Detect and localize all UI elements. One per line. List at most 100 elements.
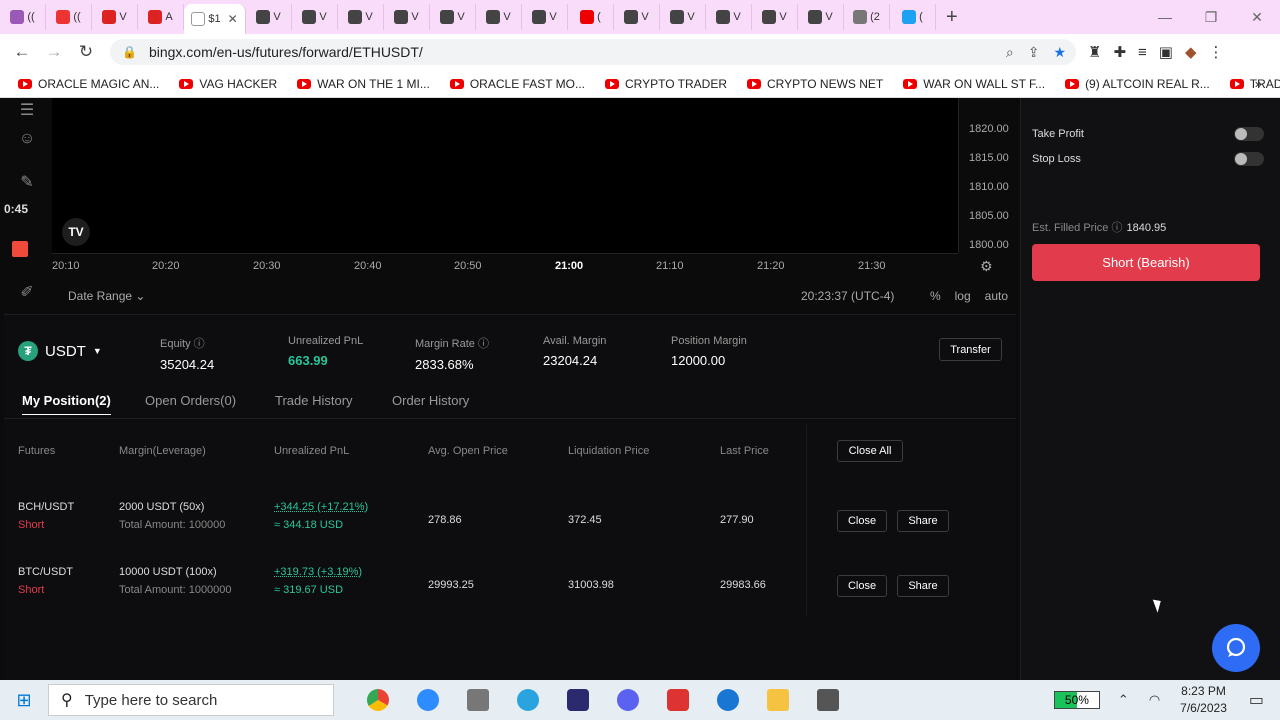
folder-icon[interactable]: [812, 684, 844, 716]
taskbar-search-box[interactable]: ⚲ Type here to search: [48, 684, 334, 716]
file-explorer-icon[interactable]: [762, 684, 794, 716]
browser-tab[interactable]: V: [476, 4, 522, 30]
bookmark-star-icon[interactable]: ★: [1053, 44, 1066, 61]
browser-tab[interactable]: A: [138, 4, 184, 30]
tab-position-2[interactable]: Trade History: [275, 393, 353, 414]
reload-icon[interactable]: ↻: [70, 42, 102, 62]
support-chat-button[interactable]: [1212, 624, 1260, 672]
table-row: BCH/USDT Short 2000 USDT (50x) Total Amount…: [4, 501, 1016, 541]
browser-tab[interactable]: (2: [844, 4, 890, 30]
scale-percent[interactable]: %: [930, 289, 941, 303]
system-clock[interactable]: 8:23 PM 7/6/2023: [1180, 683, 1227, 717]
ruler-icon[interactable]: ✎: [16, 172, 38, 194]
restore-icon[interactable]: ❐: [1188, 9, 1234, 26]
notifications-icon[interactable]: ▭: [1249, 690, 1264, 710]
telegram-icon[interactable]: [512, 684, 544, 716]
calculator-icon[interactable]: [462, 684, 494, 716]
tray-chevron-icon[interactable]: ⌃: [1118, 692, 1129, 708]
trend-line-icon[interactable]: ☰: [16, 100, 38, 122]
maps-pin-icon[interactable]: [712, 684, 744, 716]
bookmark-item[interactable]: (9) ALTCOIN REAL R...: [1065, 77, 1210, 91]
browser-tab[interactable]: ((: [46, 4, 92, 30]
browser-tab[interactable]: ((: [0, 4, 46, 30]
price-axis[interactable]: 1820.00 1815.00 1810.00 1805.00 1800.00: [958, 98, 1018, 253]
close-all-button[interactable]: Close All: [837, 440, 903, 462]
url-field[interactable]: 🔒 bingx.com/en-us/futures/forward/ETHUSD…: [110, 39, 1076, 65]
coin-selector[interactable]: ₮ USDT ▼: [18, 341, 102, 361]
menu-kebab-icon[interactable]: ⋮: [1209, 43, 1224, 61]
position-side: Short: [18, 584, 45, 596]
app-tool-icon[interactable]: [562, 684, 594, 716]
record-stop-icon[interactable]: [12, 241, 28, 257]
bookmark-item[interactable]: ORACLE FAST MO...: [449, 77, 585, 91]
share-page-icon[interactable]: ⇪: [1028, 44, 1040, 61]
tab-close-icon[interactable]: ✕: [228, 12, 238, 26]
bookmark-item[interactable]: ORACLE MAGIC AN...: [18, 77, 159, 91]
share-position-button[interactable]: Share: [897, 510, 949, 532]
pencil-lock-icon[interactable]: ✐: [16, 282, 38, 304]
browser-tab[interactable]: V: [430, 4, 476, 30]
avg_open-cell: 278.86: [428, 514, 462, 526]
date-range-dropdown[interactable]: Date Range ⌄: [68, 289, 145, 303]
chrome-icon[interactable]: [362, 684, 394, 716]
new-tab-icon[interactable]: +: [946, 6, 958, 29]
bookmark-item[interactable]: WAR ON WALL ST F...: [903, 77, 1045, 91]
stop-loss-toggle[interactable]: [1234, 152, 1264, 166]
browser-tab[interactable]: V: [614, 4, 660, 30]
browser-tab[interactable]: V: [798, 4, 844, 30]
sidepanel-icon[interactable]: ▣: [1159, 43, 1173, 61]
settings-gear-icon[interactable]: [612, 684, 644, 716]
tab-position-0[interactable]: My Position(2): [22, 393, 111, 415]
media-icon[interactable]: ≡: [1138, 44, 1147, 61]
take-profit-toggle[interactable]: [1234, 127, 1264, 141]
browser-tab[interactable]: V: [706, 4, 752, 30]
extension-icon[interactable]: ♜: [1088, 43, 1101, 61]
share-position-button[interactable]: Share: [897, 575, 949, 597]
zoom-icon[interactable]: ⌕: [1006, 44, 1014, 61]
close-position-button[interactable]: Close: [837, 510, 887, 532]
forward-icon[interactable]: →: [38, 42, 70, 62]
tab-position-3[interactable]: Order History: [392, 393, 469, 414]
emoji-icon[interactable]: ☺: [16, 130, 38, 152]
browser-tab[interactable]: V: [338, 4, 384, 30]
bookmark-item[interactable]: CRYPTO TRADER: [604, 77, 727, 91]
browser-tab[interactable]: V: [92, 4, 138, 30]
recorder-icon[interactable]: [662, 684, 694, 716]
bookmark-item[interactable]: VAG HACKER: [179, 77, 277, 91]
bookmark-item[interactable]: CRYPTO NEWS NET: [747, 77, 883, 91]
browser-tab[interactable]: V: [522, 4, 568, 30]
price-chart-canvas[interactable]: [52, 98, 958, 253]
windows-start-icon[interactable]: ⊞: [0, 690, 48, 711]
time-axis[interactable]: 21:30 21:20 21:10 21:00 20:50 20:40 20:30 20:20…: [52, 253, 993, 277]
close-window-icon[interactable]: ✕: [1234, 9, 1280, 26]
back-icon[interactable]: ←: [6, 42, 38, 62]
browser-tab[interactable]: V: [246, 4, 292, 30]
network-icon[interactable]: ◠: [1149, 692, 1160, 708]
puzzle-icon[interactable]: ✚: [1113, 43, 1126, 61]
positions-panel: ₮ USDT ▼ Equity ⓘ 35204.24 Unrealized PnL 6…: [4, 314, 1016, 680]
scale-log[interactable]: log: [955, 289, 971, 303]
browser-tab[interactable]: V: [384, 4, 430, 30]
minimize-icon[interactable]: —: [1142, 9, 1188, 25]
browser-tab[interactable]: V: [752, 4, 798, 30]
browser-tab-title: (: [919, 11, 923, 23]
browser-tab[interactable]: V: [292, 4, 338, 30]
profile-avatar-icon[interactable]: ◆: [1185, 43, 1197, 61]
bookmarks-more-icon[interactable]: »: [1255, 76, 1262, 91]
tab-position-1[interactable]: Open Orders(0): [145, 393, 236, 414]
transfer-button[interactable]: Transfer: [939, 338, 1002, 361]
unrealized-pnl[interactable]: +319.73 (+3.19%): [274, 566, 362, 578]
browser-tab[interactable]: (: [890, 4, 936, 30]
short-bearish-button[interactable]: Short (Bearish): [1032, 244, 1260, 281]
browser-tab-title: V: [779, 11, 787, 23]
bookmark-item[interactable]: WAR ON THE 1 MI...: [297, 77, 430, 91]
unrealized-pnl[interactable]: +344.25 (+17.21%): [274, 501, 368, 513]
browser-tab[interactable]: V: [660, 4, 706, 30]
close-position-button[interactable]: Close: [837, 575, 887, 597]
chart-settings-icon[interactable]: ⚙: [980, 258, 993, 275]
scale-auto[interactable]: auto: [985, 289, 1008, 303]
browser-tab[interactable]: (: [568, 4, 614, 30]
battery-indicator[interactable]: 50%: [1053, 691, 1100, 709]
browser-tab[interactable]: $1 ✕: [184, 4, 246, 34]
zoom-icon[interactable]: [412, 684, 444, 716]
